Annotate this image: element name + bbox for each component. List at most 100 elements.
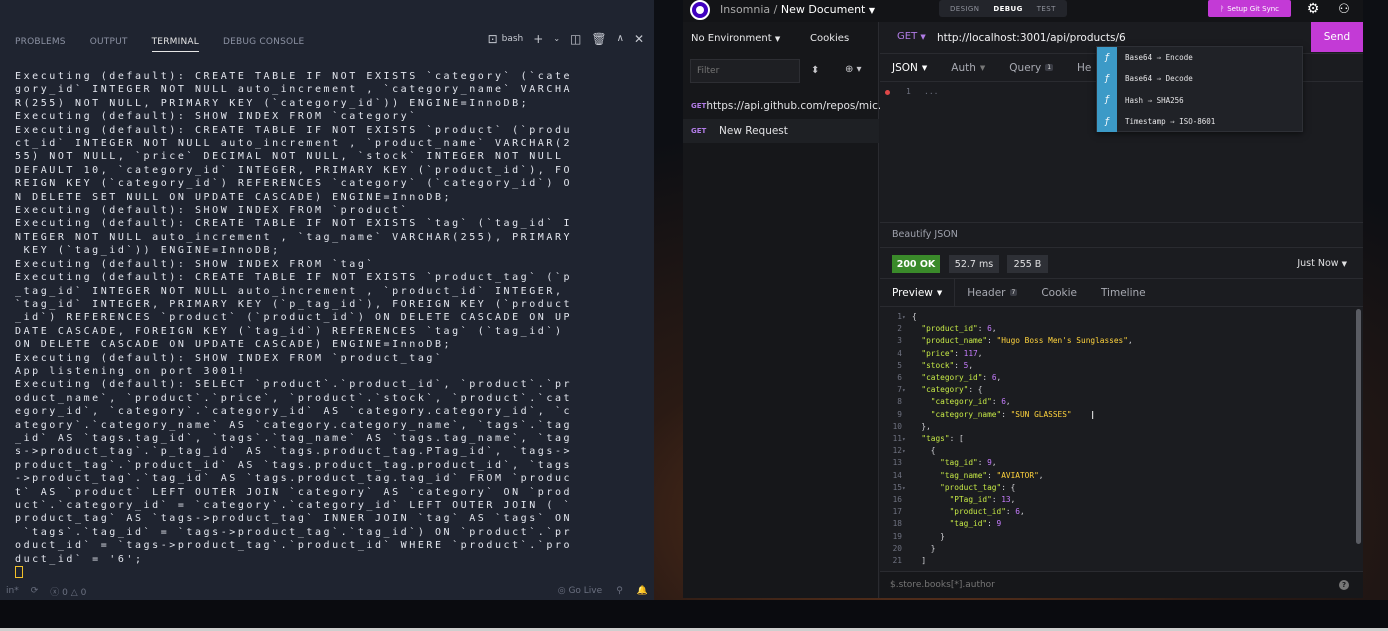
terminal-output[interactable]: Executing (default): CREATE TABLE IF NOT… — [15, 70, 635, 585]
add-request-icon[interactable]: ⊕ ▾ — [845, 64, 862, 75]
terminal-line: t` AS `product` LEFT OUTER JOIN `categor… — [15, 486, 573, 498]
json-punctuation: , — [991, 458, 997, 468]
sidebar-filter-input[interactable] — [690, 59, 800, 83]
response-code-line: 13 "tag_id": 9, — [880, 458, 997, 470]
sidebar-request-new[interactable]: GET New Request — [683, 119, 879, 143]
response-filter-input[interactable] — [890, 578, 1290, 592]
tab-query[interactable]: Query 1 — [997, 54, 1065, 82]
json-punctuation — [912, 410, 931, 419]
beautify-json-button[interactable]: Beautify JSON — [880, 222, 1363, 246]
http-method-select[interactable]: GET ▼ — [897, 31, 926, 42]
tab-timeline[interactable]: Timeline — [1089, 279, 1158, 307]
breadcrumb-app[interactable]: Insomnia — [720, 3, 770, 16]
response-body-viewer[interactable]: I 1▾{2 "product_id": 6, 3 "product_name":… — [880, 307, 1363, 571]
request-name: https://api.github.com/repos/mic... — [706, 100, 888, 112]
tab-debug-console[interactable]: DEBUG CONSOLE — [223, 33, 304, 51]
mode-debug[interactable]: DEBUG — [986, 3, 1029, 15]
caret-down-icon[interactable]: ▼ — [869, 6, 875, 15]
sync-icon[interactable]: ⟳ — [31, 585, 39, 597]
breadcrumb-document[interactable]: New Document — [781, 3, 865, 16]
problems-status[interactable]: ⓧ 0 △ 0 — [50, 585, 86, 598]
sort-icon[interactable]: ⬍ — [811, 65, 819, 76]
fold-caret-icon[interactable]: ▾ — [902, 436, 908, 443]
tab-preview[interactable]: Preview ▼ — [880, 278, 956, 307]
line-number: 7 — [897, 385, 902, 395]
terminal-line: R(255) NOT NULL, PRIMARY KEY (`category_… — [15, 97, 530, 109]
line-number: 16 — [892, 495, 902, 504]
json-key: "tag_id" — [940, 458, 978, 468]
json-punctuation: : — [991, 397, 1002, 407]
split-terminal-icon[interactable]: ◫ — [570, 33, 581, 45]
tab-terminal[interactable]: TERMINAL — [151, 33, 199, 52]
autocomplete-item[interactable]: ƒ Hash ⇒ SHA256 — [1097, 89, 1302, 111]
json-punctuation — [912, 495, 950, 504]
autocomplete-item[interactable]: ƒ Base64 ⇒ Encode — [1097, 47, 1302, 69]
response-code-line: 3 "product_name": "Hugo Boss Men's Sungl… — [880, 336, 1133, 348]
fold-caret-icon[interactable]: ▾ — [902, 485, 908, 492]
json-punctuation: : [ — [949, 434, 964, 443]
terminal-line: _id`) REFERENCES `product` (`product_id`… — [15, 312, 573, 324]
chevron-down-icon[interactable]: ⌄ — [553, 33, 560, 45]
trash-icon[interactable]: 🗑 — [591, 33, 606, 45]
status-bar: in* ⟳ ⓧ 0 △ 0 ◎ Go Live ⚲ 🔔 — [0, 582, 654, 600]
tab-output[interactable]: OUTPUT — [90, 33, 128, 51]
insomnia-logo-icon[interactable] — [690, 0, 710, 20]
tab-problems[interactable]: PROBLEMS — [15, 33, 66, 51]
shell-selector[interactable]: ⊡ bash — [488, 33, 524, 45]
terminal-line: DATE CASCADE, FOREIGN KEY (`tag_id`) REF… — [15, 325, 564, 337]
line-number: 5 — [897, 360, 902, 370]
close-panel-icon[interactable]: ✕ — [634, 33, 644, 45]
json-punctuation: , — [977, 348, 983, 358]
send-button[interactable]: Send — [1311, 22, 1363, 52]
terminal-line: uct`.`category_id` = `category`.`categor… — [15, 500, 573, 511]
url-input[interactable] — [937, 29, 1177, 47]
tab-cookie[interactable]: Cookie — [1029, 279, 1089, 307]
terminal-line: 55) NOT NULL, `price` DECIMAL NOT NULL, … — [15, 151, 564, 163]
new-terminal-plus-icon[interactable]: + — [533, 33, 543, 45]
json-string: "AVIATOR" — [996, 470, 1039, 480]
breadcrumb-separator: / — [773, 3, 778, 16]
tab-json-body[interactable]: JSON ▼ — [880, 54, 939, 82]
terminal-line: Executing (default): CREATE TABLE IF NOT… — [15, 218, 573, 230]
fold-caret-icon[interactable]: ▾ — [902, 448, 908, 455]
terminal-line: oduct_id` = `tags->product_tag`.`product… — [15, 540, 573, 552]
line-number: 2 — [897, 324, 902, 334]
json-punctuation: : — [1005, 507, 1016, 517]
json-punctuation — [912, 385, 921, 394]
response-code-line: 20 } — [880, 544, 936, 556]
response-history-select[interactable]: Just Now ▼ — [1297, 258, 1347, 269]
settings-gear-icon[interactable]: ⚙ — [1303, 0, 1323, 18]
json-punctuation: , — [1127, 336, 1133, 346]
help-icon[interactable]: ? — [1339, 580, 1349, 590]
status-branch-fragment[interactable]: in* — [6, 586, 19, 596]
tab-auth[interactable]: Auth ▼ — [939, 54, 997, 82]
mode-design[interactable]: DESIGN — [943, 3, 986, 15]
sidebar-request-github[interactable]: GET https://api.github.com/repos/mic... — [683, 94, 888, 118]
setup-git-sync-button[interactable]: ᚹ Setup Git Sync — [1208, 0, 1291, 17]
terminal-line: ategory`.`category_name` AS `category.ca… — [15, 419, 573, 431]
maximize-panel-icon[interactable]: ∧ — [617, 33, 624, 45]
autocomplete-label: Base64 ⇒ Encode — [1125, 53, 1193, 63]
json-punctuation — [912, 519, 950, 528]
feedback-icon[interactable]: ⚲ — [616, 586, 623, 596]
json-key: "tag_name" — [940, 470, 988, 480]
terminal-line: Executing (default): CREATE TABLE IF NOT… — [15, 124, 573, 136]
autocomplete-item[interactable]: ƒ Timestamp ⇒ ISO-8601 — [1097, 110, 1302, 133]
go-live-button[interactable]: ◎ Go Live — [558, 586, 602, 596]
bell-icon[interactable]: 🔔 — [637, 586, 648, 596]
account-icon[interactable]: ⚇ — [1331, 0, 1357, 18]
mode-test[interactable]: TEST — [1030, 3, 1063, 15]
fold-caret-icon[interactable]: ▾ — [902, 314, 908, 321]
caret-down-icon: ▼ — [1341, 260, 1347, 268]
tab-header[interactable]: Header 7 — [955, 279, 1029, 307]
terminal-line: Executing (default): SHOW INDEX FROM `ca… — [15, 111, 418, 123]
json-punctuation — [912, 324, 921, 333]
response-scrollbar[interactable] — [1356, 309, 1361, 544]
terminal-line: oduct_name`, `product`.`price`, `product… — [15, 392, 573, 404]
fold-caret-icon[interactable]: ▾ — [902, 387, 908, 394]
json-key: "category_id" — [921, 373, 983, 382]
json-number: 117 — [963, 348, 978, 358]
autocomplete-item[interactable]: ƒ Base64 ⇒ Decode — [1097, 68, 1302, 90]
cookies-button[interactable]: Cookies — [810, 33, 849, 44]
environment-selector[interactable]: No Environment ▼ — [691, 33, 780, 44]
